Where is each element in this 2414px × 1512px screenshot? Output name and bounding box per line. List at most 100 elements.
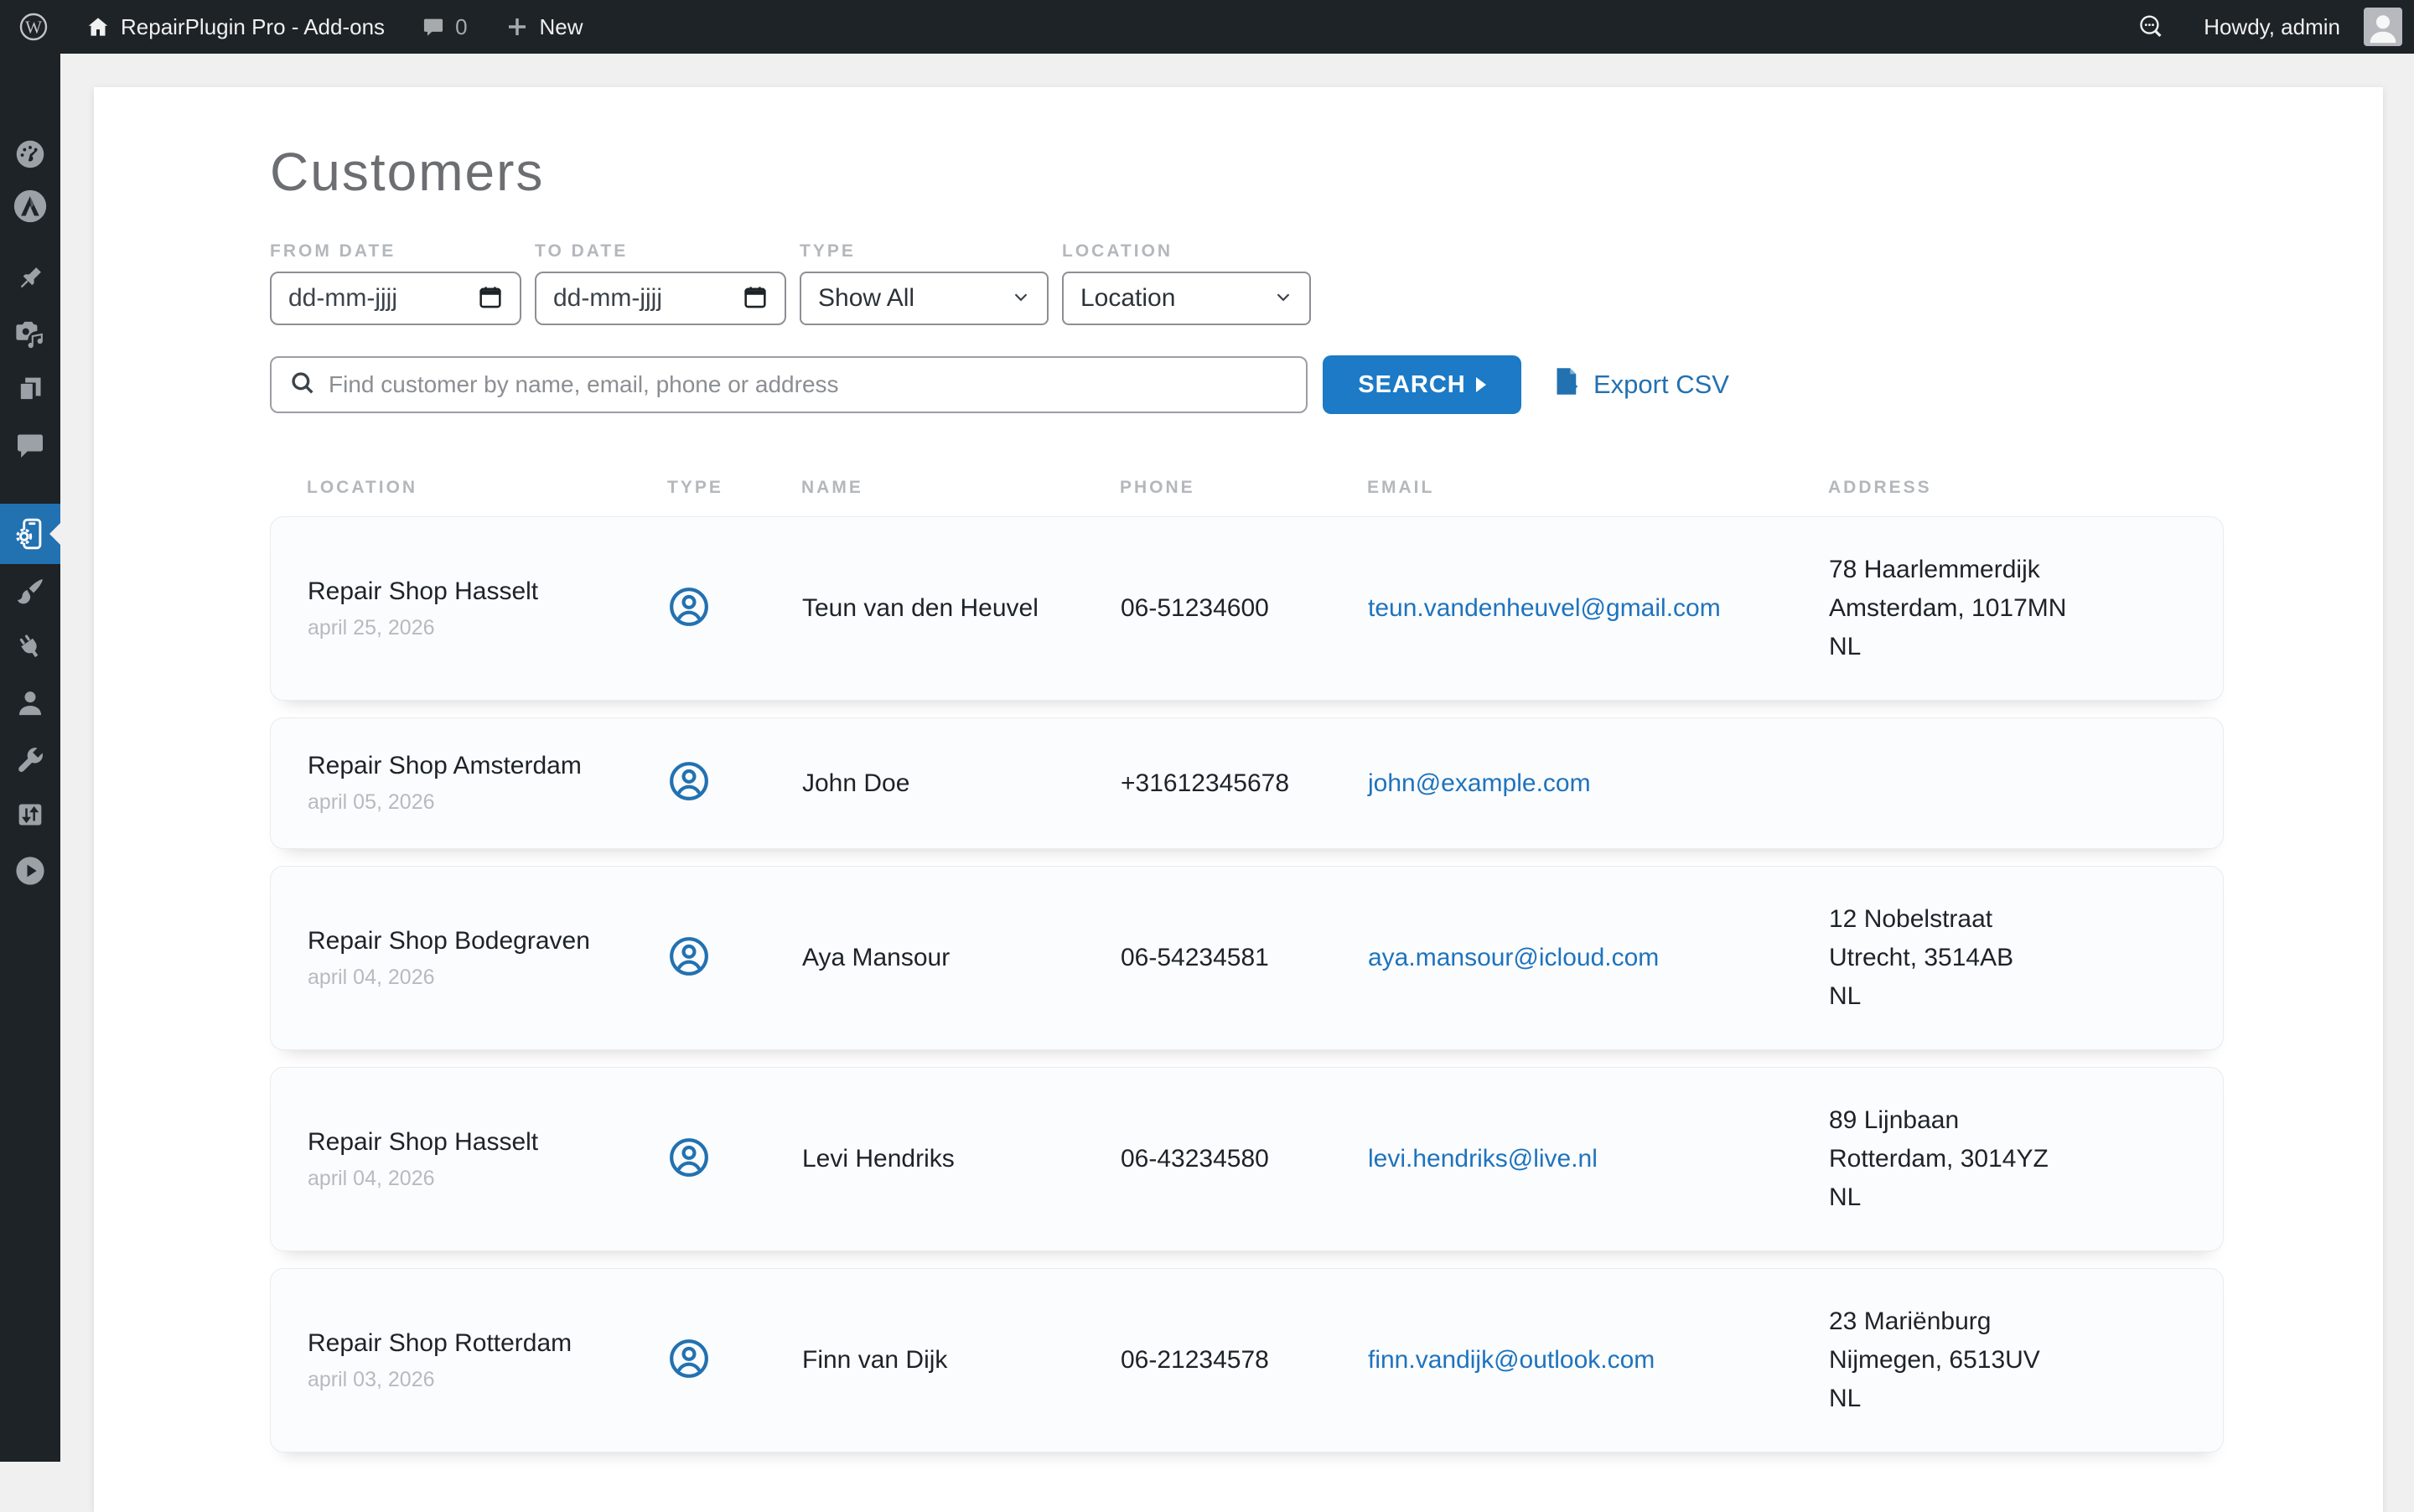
sidebar-item-media[interactable]: [0, 307, 60, 357]
customer-email-link[interactable]: aya.mansour@icloud.com: [1368, 944, 1829, 972]
header-email: EMAIL: [1367, 478, 1828, 498]
sidebar-item-tools[interactable]: [0, 735, 60, 785]
comment-bubble-icon: [422, 15, 445, 39]
to-date-field[interactable]: [553, 284, 712, 313]
settings-sliders-icon: [13, 798, 47, 831]
svg-text:W: W: [25, 18, 42, 38]
search-box[interactable]: [270, 356, 1308, 413]
customer-address: 23 Mariënburg Nijmegen, 6513UV NL: [1829, 1302, 2198, 1418]
location-select[interactable]: Location: [1062, 272, 1311, 325]
site-name: RepairPlugin Pro - Add-ons: [121, 14, 385, 40]
type-select[interactable]: Show All: [800, 272, 1049, 325]
customer-location-cell: Repair Shop Rotterdam april 03, 2026: [308, 1329, 668, 1392]
site-name-link[interactable]: RepairPlugin Pro - Add-ons: [67, 0, 403, 54]
customer-email-link[interactable]: teun.vandenheuvel@gmail.com: [1368, 594, 1829, 623]
tools-wrench-icon: [13, 743, 47, 777]
table-row: Repair Shop Rotterdam april 03, 2026 Fin…: [270, 1268, 2224, 1452]
plugins-plug-icon: [13, 630, 47, 664]
export-csv-link[interactable]: Export CSV: [1548, 364, 1729, 406]
customer-location-cell: Repair Shop Bodegraven april 04, 2026: [308, 927, 668, 990]
from-date-input[interactable]: [270, 272, 521, 325]
account-menu[interactable]: Howdy, admin: [2185, 0, 2402, 54]
filter-type: TYPE Show All: [800, 241, 1049, 325]
header-address: ADDRESS: [1828, 478, 2199, 498]
address-line: 78 Haarlemmerdijk: [1829, 551, 2198, 589]
addon-brand-icon: [11, 187, 49, 225]
search-row: SEARCH Export CSV: [270, 355, 2224, 414]
address-line: NL: [1829, 1178, 2198, 1217]
comments-icon: [13, 428, 47, 462]
users-icon: [13, 686, 47, 720]
appearance-brush-icon: [13, 575, 47, 608]
posts-pin-icon: [13, 261, 47, 295]
export-file-icon: [1548, 364, 1583, 406]
new-content-menu[interactable]: New: [486, 0, 602, 54]
comments-menu[interactable]: 0: [403, 0, 485, 54]
new-label: New: [540, 14, 583, 40]
customer-name: Finn van Dijk: [802, 1346, 1121, 1375]
customer-address: 12 Nobelstraat Utrecht, 3514AB NL: [1829, 900, 2198, 1016]
content-area: Customers FROM DATE: [60, 54, 2414, 1462]
search-icon: [288, 369, 317, 401]
customer-email-link[interactable]: finn.vandijk@outlook.com: [1368, 1346, 1829, 1375]
customer-type-cell: [668, 1137, 802, 1183]
sidebar-item-dashboard[interactable]: [0, 129, 60, 179]
to-date-label: TO DATE: [535, 241, 786, 261]
sidebar-item-repairplugin-active[interactable]: [0, 504, 60, 564]
to-date-input[interactable]: [535, 272, 786, 325]
customer-phone: 06-21234578: [1121, 1346, 1368, 1375]
wordpress-logo-menu[interactable]: W: [0, 0, 67, 54]
header-name: NAME: [801, 478, 1120, 498]
filters-row: FROM DATE TO DATE: [270, 241, 2224, 325]
plus-icon: [505, 14, 530, 39]
sidebar-item-plugins[interactable]: [0, 622, 60, 672]
customer-email-link[interactable]: john@example.com: [1368, 769, 1829, 798]
search-button-label: SEARCH: [1358, 371, 1465, 399]
table-row: Repair Shop Bodegraven april 04, 2026 Ay…: [270, 866, 2224, 1050]
sidebar-item-video[interactable]: [0, 846, 60, 896]
address-line: Utrecht, 3514AB: [1829, 939, 2198, 977]
customer-location: Repair Shop Bodegraven: [308, 927, 668, 955]
sidebar-item-appearance[interactable]: [0, 567, 60, 617]
sidebar-item-settings[interactable]: [0, 790, 60, 840]
pages-icon: [13, 372, 47, 406]
address-line: Amsterdam, 1017MN: [1829, 589, 2198, 628]
customer-location-cell: Repair Shop Hasselt april 25, 2026: [308, 577, 668, 640]
customer-type-cell: [668, 935, 802, 981]
table-row: Repair Shop Hasselt april 04, 2026 Levi …: [270, 1067, 2224, 1251]
arrow-right-icon: [1476, 377, 1486, 392]
header-phone: PHONE: [1120, 478, 1367, 498]
address-line: 12 Nobelstraat: [1829, 900, 2198, 939]
customer-date: april 04, 2026: [308, 966, 668, 990]
dashboard-icon: [13, 137, 48, 172]
customer-date: april 04, 2026: [308, 1167, 668, 1191]
customer-name: Teun van den Heuvel: [802, 594, 1121, 623]
admin-sidebar: [0, 54, 60, 1462]
customer-email-link[interactable]: levi.hendriks@live.nl: [1368, 1145, 1829, 1173]
user-circle-icon: [668, 935, 710, 977]
home-icon: [85, 14, 111, 39]
customers-panel: Customers FROM DATE: [94, 87, 2383, 1512]
type-select-value: Show All: [818, 284, 914, 313]
sidebar-item-pages[interactable]: [0, 364, 60, 414]
address-line: 23 Mariënburg: [1829, 1302, 2198, 1341]
avatar: [2364, 8, 2402, 46]
howdy-text: Howdy, admin: [2204, 14, 2340, 40]
from-date-field[interactable]: [288, 284, 448, 313]
admin-search-button[interactable]: [2116, 0, 2185, 54]
customer-address: 78 Haarlemmerdijk Amsterdam, 1017MN NL: [1829, 551, 2198, 666]
sidebar-item-addon-brand[interactable]: [0, 181, 60, 231]
sidebar-item-users[interactable]: [0, 678, 60, 728]
customer-type-cell: [668, 760, 802, 806]
sidebar-item-posts[interactable]: [0, 253, 60, 303]
search-input[interactable]: [329, 371, 1289, 398]
search-button[interactable]: SEARCH: [1323, 355, 1521, 414]
customer-phone: 06-43234580: [1121, 1145, 1368, 1173]
filter-location: LOCATION Location: [1062, 241, 1311, 325]
table-row: Repair Shop Hasselt april 25, 2026 Teun …: [270, 516, 2224, 701]
chevron-down-icon: [1010, 286, 1032, 312]
comments-count: 0: [455, 14, 467, 40]
calendar-icon: [476, 282, 505, 315]
sidebar-item-comments[interactable]: [0, 420, 60, 470]
repairplugin-phone-gear-icon: [11, 515, 49, 553]
